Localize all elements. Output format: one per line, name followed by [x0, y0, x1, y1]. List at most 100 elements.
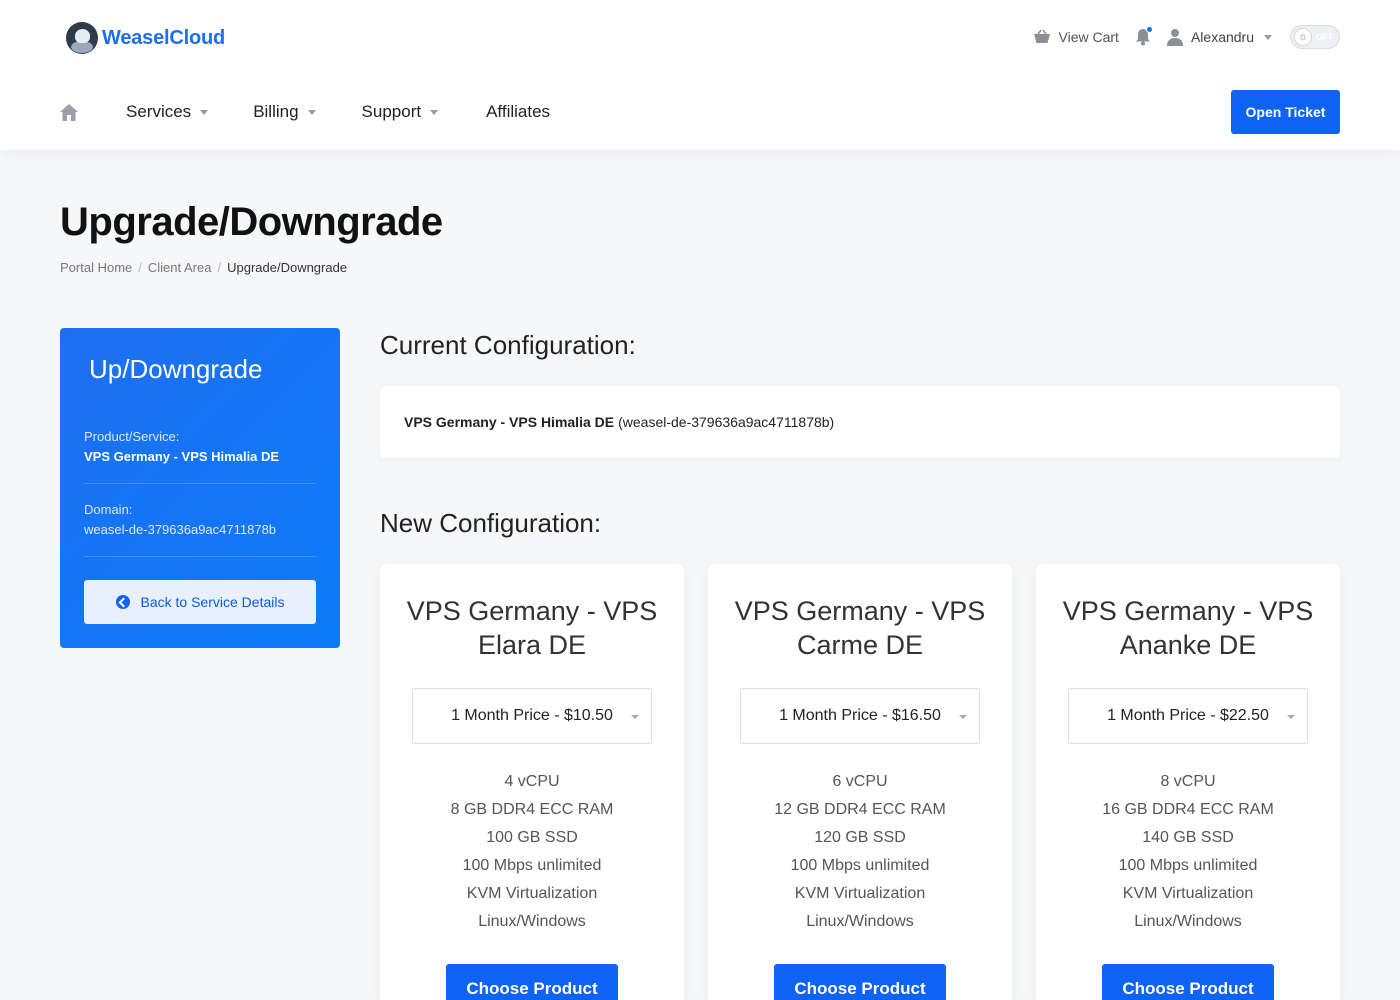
- nav-support[interactable]: Support: [362, 102, 439, 122]
- plan-features: 6 vCPU 12 GB DDR4 ECC RAM 120 GB SSD 100…: [728, 768, 992, 936]
- home-link[interactable]: [60, 103, 78, 121]
- plan-card-elara: VPS Germany - VPS Elara DE 1 Month Price…: [380, 564, 684, 1000]
- weasel-logo-icon: [66, 22, 98, 54]
- header-utilities: View Cart Alexandru ☼ OFF: [1033, 22, 1340, 52]
- theme-toggle[interactable]: ☼ OFF: [1290, 25, 1340, 49]
- notifications-button[interactable]: [1135, 26, 1153, 46]
- feature-bandwidth: 100 Mbps unlimited: [1118, 857, 1258, 874]
- plan-name: VPS Germany - VPS Ananke DE: [1056, 594, 1320, 662]
- chevron-down-icon: [1287, 715, 1295, 719]
- plan-list: VPS Germany - VPS Elara DE 1 Month Price…: [380, 564, 1340, 1000]
- view-cart-label: View Cart: [1058, 29, 1119, 45]
- plan-name: VPS Germany - VPS Elara DE: [400, 594, 664, 662]
- chevron-down-icon: [959, 715, 967, 719]
- user-name: Alexandru: [1190, 29, 1254, 45]
- nav-support-label: Support: [361, 102, 422, 121]
- feature-virtualization: KVM Virtualization: [466, 885, 598, 902]
- choose-product-button[interactable]: Choose Product: [446, 964, 618, 1000]
- brand-logo[interactable]: WeaselCloud: [66, 22, 225, 54]
- arrow-left-circle-icon: [115, 595, 130, 609]
- open-ticket-button[interactable]: Open Ticket: [1231, 90, 1340, 134]
- main-nav: Services Billing Support Affiliates: [60, 96, 550, 128]
- breadcrumb-separator: /: [217, 260, 222, 275]
- billing-cycle-value: 1 Month Price - $16.50: [779, 707, 941, 724]
- feature-storage: 140 GB SSD: [1142, 829, 1234, 846]
- nav-affiliates[interactable]: Affiliates: [486, 102, 550, 122]
- notification-dot: [1145, 26, 1153, 33]
- billing-cycle-value: 1 Month Price - $10.50: [451, 707, 613, 724]
- nav-billing[interactable]: Billing: [253, 102, 316, 122]
- breadcrumb-client-area[interactable]: Client Area: [148, 260, 212, 275]
- feature-storage: 100 GB SSD: [486, 829, 578, 846]
- plan-name-line2: Ananke DE: [1119, 630, 1257, 660]
- billing-cycle-select[interactable]: 1 Month Price - $10.50: [412, 688, 652, 744]
- feature-storage: 120 GB SSD: [814, 829, 906, 846]
- plan-name-line2: Carme DE: [796, 630, 924, 660]
- feature-os: Linux/Windows: [1134, 913, 1242, 930]
- nav-services-label: Services: [126, 102, 192, 121]
- back-button-label: Back to Service Details: [140, 594, 285, 610]
- basket-icon: [1033, 29, 1050, 43]
- home-icon: [60, 103, 78, 121]
- plan-name-line1: VPS Germany - VPS: [734, 596, 986, 626]
- product-value: VPS Germany - VPS Himalia DE: [84, 449, 280, 464]
- current-domain: (weasel-de-379636a9ac4711878b): [618, 414, 835, 430]
- product-label: Product/Service:: [84, 429, 180, 444]
- choose-product-button[interactable]: Choose Product: [1102, 964, 1274, 1000]
- breadcrumb: Portal Home / Client Area / Upgrade/Down…: [60, 260, 347, 275]
- chevron-down-icon: [200, 109, 209, 115]
- plan-features: 8 vCPU 16 GB DDR4 ECC RAM 140 GB SSD 100…: [1056, 768, 1320, 936]
- breadcrumb-portal-home[interactable]: Portal Home: [60, 260, 132, 275]
- feature-bandwidth: 100 Mbps unlimited: [462, 857, 602, 874]
- choose-product-button[interactable]: Choose Product: [774, 964, 946, 1000]
- breadcrumb-separator: /: [138, 260, 142, 275]
- plan-features: 4 vCPU 8 GB DDR4 ECC RAM 100 GB SSD 100 …: [400, 768, 664, 936]
- plan-card-carme: VPS Germany - VPS Carme DE 1 Month Price…: [708, 564, 1012, 1000]
- plan-card-ananke: VPS Germany - VPS Ananke DE 1 Month Pric…: [1036, 564, 1340, 1000]
- chevron-down-icon: [631, 715, 639, 719]
- page-title: Upgrade/Downgrade: [60, 200, 443, 244]
- current-config-box: VPS Germany - VPS Himalia DE (weasel-de-…: [380, 386, 1340, 458]
- nav-services[interactable]: Services: [126, 102, 209, 122]
- sun-icon: ☼: [1294, 28, 1312, 46]
- plan-name-line1: VPS Germany - VPS: [1062, 596, 1314, 626]
- nav-billing-label: Billing: [253, 102, 299, 121]
- feature-ram: 16 GB DDR4 ECC RAM: [1102, 801, 1274, 818]
- sidebar-divider: [84, 556, 316, 557]
- feature-os: Linux/Windows: [806, 913, 914, 930]
- billing-cycle-value: 1 Month Price - $22.50: [1107, 707, 1269, 724]
- theme-toggle-label: OFF: [1316, 32, 1334, 42]
- back-to-service-button[interactable]: Back to Service Details: [84, 580, 316, 624]
- domain-value: weasel-de-379636a9ac4711878b: [84, 522, 277, 537]
- current-config-heading: Current Configuration:: [380, 330, 636, 360]
- sidebar-title: Up/Downgrade: [89, 354, 263, 384]
- plan-name-line1: VPS Germany - VPS: [406, 596, 658, 626]
- feature-bandwidth: 100 Mbps unlimited: [790, 857, 930, 874]
- feature-cpu: 6 vCPU: [832, 773, 888, 790]
- chevron-down-icon: [307, 109, 316, 115]
- feature-ram: 12 GB DDR4 ECC RAM: [774, 801, 946, 818]
- feature-cpu: 4 vCPU: [504, 773, 560, 790]
- billing-cycle-select[interactable]: 1 Month Price - $16.50: [740, 688, 980, 744]
- brand-name: WeaselCloud: [102, 26, 226, 49]
- domain-label: Domain:: [84, 502, 133, 517]
- new-config-heading: New Configuration:: [380, 508, 602, 538]
- breadcrumb-current: Upgrade/Downgrade: [227, 260, 348, 275]
- user-icon: [1166, 29, 1183, 46]
- feature-virtualization: KVM Virtualization: [794, 885, 926, 902]
- nav-affiliates-label: Affiliates: [486, 102, 551, 121]
- sidebar-divider: [84, 483, 316, 484]
- plan-name: VPS Germany - VPS Carme DE: [728, 594, 992, 662]
- current-product: VPS Germany - VPS Himalia DE: [404, 414, 615, 430]
- billing-cycle-select[interactable]: 1 Month Price - $22.50: [1068, 688, 1308, 744]
- feature-cpu: 8 vCPU: [1160, 773, 1216, 790]
- feature-ram: 8 GB DDR4 ECC RAM: [450, 801, 614, 818]
- updowngrade-sidebar: Up/Downgrade Product/Service: VPS German…: [60, 328, 340, 648]
- view-cart-link[interactable]: View Cart: [1033, 29, 1119, 45]
- chevron-down-icon: [1264, 34, 1272, 40]
- site-header: WeaselCloud View Cart Alexandru ☼ OFF Se…: [0, 0, 1400, 150]
- chevron-down-icon: [430, 109, 439, 115]
- feature-os: Linux/Windows: [478, 913, 586, 930]
- plan-name-line2: Elara DE: [477, 630, 587, 660]
- user-menu[interactable]: Alexandru: [1166, 28, 1272, 46]
